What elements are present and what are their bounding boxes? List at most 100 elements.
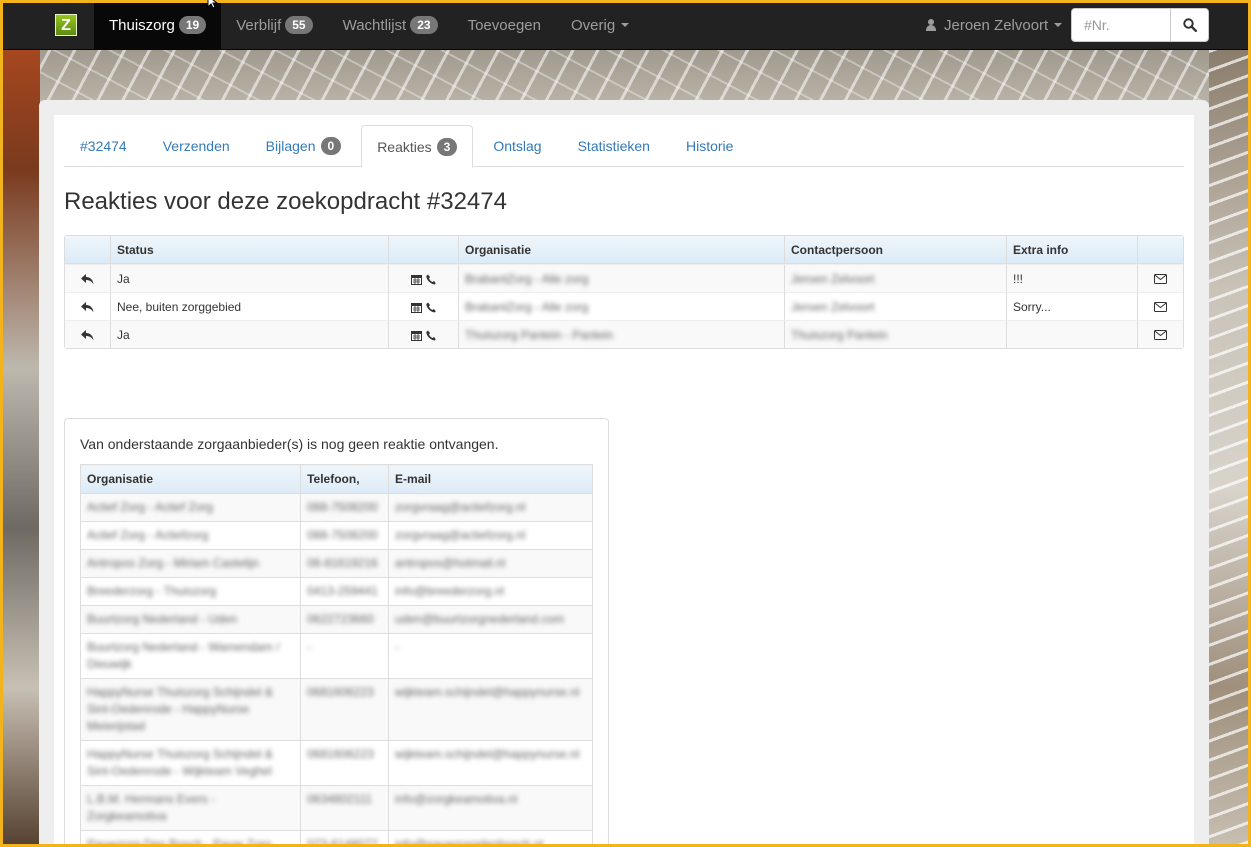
email-cell: -: [388, 633, 593, 679]
column-header-telefoon: Telefoon,: [300, 464, 390, 494]
organisatie-cell: Buurtzorg Nederland - Wamendam / Dieuwij…: [79, 633, 302, 679]
tab-historie[interactable]: Historie: [670, 125, 749, 167]
organisatie-cell: BrabantZorg - Alle zorg: [459, 264, 785, 292]
email-cell: zorgvraag@actiefzorg.nl: [388, 521, 593, 550]
telefoon-cell: 0413-259441: [300, 577, 390, 606]
email-text: zorgvraag@actiefzorg.nl: [395, 528, 526, 542]
contactpersoon-cell: Thuiszorg Pantein: [785, 320, 1007, 348]
email-text: antropos@hotmail.nl: [395, 556, 506, 570]
no-response-message: Van onderstaande zorgaanbieder(s) is nog…: [80, 436, 499, 452]
nav-label: Overig: [571, 16, 616, 34]
organisatie-cell: Breederzorg - Thuiszorg: [79, 577, 302, 606]
reactions-table: Status Organisatie Contactpersoon Extra …: [64, 235, 1184, 349]
contact-actions[interactable]: [389, 320, 459, 348]
column-header-organisatie: Organisatie: [459, 236, 785, 264]
email-text: wijkteam.schijndel@happynurse.nl: [395, 685, 580, 699]
organisatie-text: Actief Zorg - Actiefzorg: [87, 528, 209, 542]
background-photo-right: [1209, 50, 1251, 847]
table-row: Buurtzorg Nederland - Uden 0622723660 uden…: [79, 605, 593, 634]
status-cell: Ja: [111, 320, 389, 348]
tab-reakties[interactable]: Reakties 3: [361, 125, 474, 168]
status-cell: Ja: [111, 264, 389, 292]
telefoon-cell: 073-6148077: [300, 830, 390, 847]
tab-label: Reakties: [377, 138, 432, 155]
email-cell: antropos@hotmail.nl: [388, 549, 593, 578]
nav-label: Wachtlijst: [342, 16, 407, 34]
tab-bijlagen[interactable]: Bijlagen 0: [250, 125, 358, 167]
email-button[interactable]: [1138, 264, 1183, 292]
column-header: [1138, 236, 1183, 264]
search-input[interactable]: [1071, 8, 1171, 42]
email-text: info@pauwzorgdenbosch.nl: [395, 837, 544, 847]
telefoon-cell: 0634802111: [300, 785, 390, 831]
contact-actions[interactable]: [389, 292, 459, 320]
column-header-contactpersoon: Contactpersoon: [785, 236, 1007, 264]
tab-label: Bijlagen: [265, 138, 316, 154]
table-row: Nee, buiten zorggebied BrabantZorg - All…: [65, 292, 1183, 320]
caret-down-icon: [621, 23, 630, 27]
tab-bar: #32474 Verzenden Bijlagen 0 Reakties 3 O…: [64, 125, 1184, 168]
email-text: -: [395, 640, 400, 654]
email-cell: uden@buurtzorgnederland.com: [388, 605, 593, 634]
email-text: info@zorgkeamotiva.nl: [395, 792, 518, 806]
organisatie-cell: HappyNurse Thuiszorg Schijndel & Sint-Oe…: [79, 678, 302, 741]
organisatie-text: HappyNurse Thuiszorg Schijndel & Sint-Oe…: [87, 685, 273, 733]
main-nav: Thuiszorg 19 Verblijf 55 Wachtlijst 23 T…: [94, 0, 644, 50]
telefoon-cell: 0681606223: [300, 740, 390, 786]
tab-verzenden[interactable]: Verzenden: [147, 125, 246, 167]
search-button[interactable]: [1170, 8, 1209, 42]
tab-statistieken[interactable]: Statistieken: [562, 125, 666, 167]
no-response-table: Organisatie Telefoon, E-mail Actief Zorg…: [79, 464, 593, 847]
organisatie-cell: Pauwzorg Den Bosch - Pauw Zorg Den: [79, 830, 302, 847]
email-button[interactable]: [1138, 320, 1183, 348]
extra-info-cell: !!!: [1007, 264, 1138, 292]
mouse-cursor-icon: [207, 0, 219, 9]
brand-logo[interactable]: Z: [55, 14, 77, 36]
organisatie-cell: HappyNurse Thuiszorg Schijndel & Sint-Oe…: [79, 740, 302, 786]
reply-button[interactable]: [65, 264, 111, 292]
envelope-icon: [1154, 302, 1167, 313]
table-row: Ja Thuiszorg Pantein - Pantein Thuiszorg …: [65, 320, 1183, 348]
organisatie-cell: BrabantZorg - Alle zorg: [459, 292, 785, 320]
telefoon-text: 0413-259441: [307, 584, 378, 598]
contactpersoon-text: Thuiszorg Pantein: [791, 327, 888, 342]
reply-button[interactable]: [65, 320, 111, 348]
tab-request-number[interactable]: #32474: [64, 125, 143, 167]
nav-label: Toevoegen: [467, 16, 541, 34]
extra-info-cell: [1007, 320, 1138, 348]
tab-label: #32474: [80, 138, 127, 154]
nav-item-wachtlijst[interactable]: Wachtlijst 23: [328, 0, 453, 50]
nav-item-verblijf[interactable]: Verblijf 55: [221, 0, 327, 50]
contact-actions[interactable]: [389, 264, 459, 292]
telefoon-cell: 06-81619216: [300, 549, 390, 578]
count-badge: 19: [178, 16, 207, 34]
table-row: Buurtzorg Nederland - Wamendam / Dieuwij…: [79, 633, 593, 679]
contactpersoon-text: Jeroen Zelvoort: [791, 299, 875, 314]
organisatie-text: Buurtzorg Nederland - Wamendam / Dieuwij…: [87, 640, 280, 671]
nav-item-toevoegen[interactable]: Toevoegen: [453, 0, 556, 50]
telefoon-text: 0622723660: [307, 612, 374, 626]
table-header-row: Organisatie Telefoon, E-mail: [79, 464, 593, 494]
user-name: Jeroen Zelvoort: [944, 16, 1049, 34]
reply-icon: [81, 301, 94, 313]
nav-item-thuiszorg[interactable]: Thuiszorg 19: [94, 0, 222, 50]
telefoon-text: 0634802111: [307, 792, 373, 806]
telefoon-cell: -: [300, 633, 390, 679]
user-menu[interactable]: Jeroen Zelvoort: [926, 0, 1063, 50]
email-text: zorgvraag@actiefzorg.nl: [395, 500, 526, 514]
status-cell: Nee, buiten zorggebied: [111, 292, 389, 320]
contactpersoon-cell: Jeroen Zelvoort: [785, 292, 1007, 320]
reply-button[interactable]: [65, 292, 111, 320]
email-button[interactable]: [1138, 292, 1183, 320]
column-header-organisatie: Organisatie: [79, 464, 302, 494]
nav-item-overig[interactable]: Overig: [556, 0, 644, 50]
tab-ontslag[interactable]: Ontslag: [477, 125, 557, 167]
tab-label: Verzenden: [162, 138, 230, 154]
phone-icon: [425, 302, 436, 313]
column-header: [389, 236, 459, 264]
telefoon-text: 06-81619216: [307, 556, 378, 570]
telefoon-text: 088-7508200: [307, 500, 378, 514]
table-row: Actief Zorg - Actief Zorg 088-7508200 zorg…: [79, 493, 593, 522]
email-cell: wijkteam.schijndel@happynurse.nl: [388, 678, 593, 741]
telefoon-text: 088-7508200: [307, 528, 378, 542]
